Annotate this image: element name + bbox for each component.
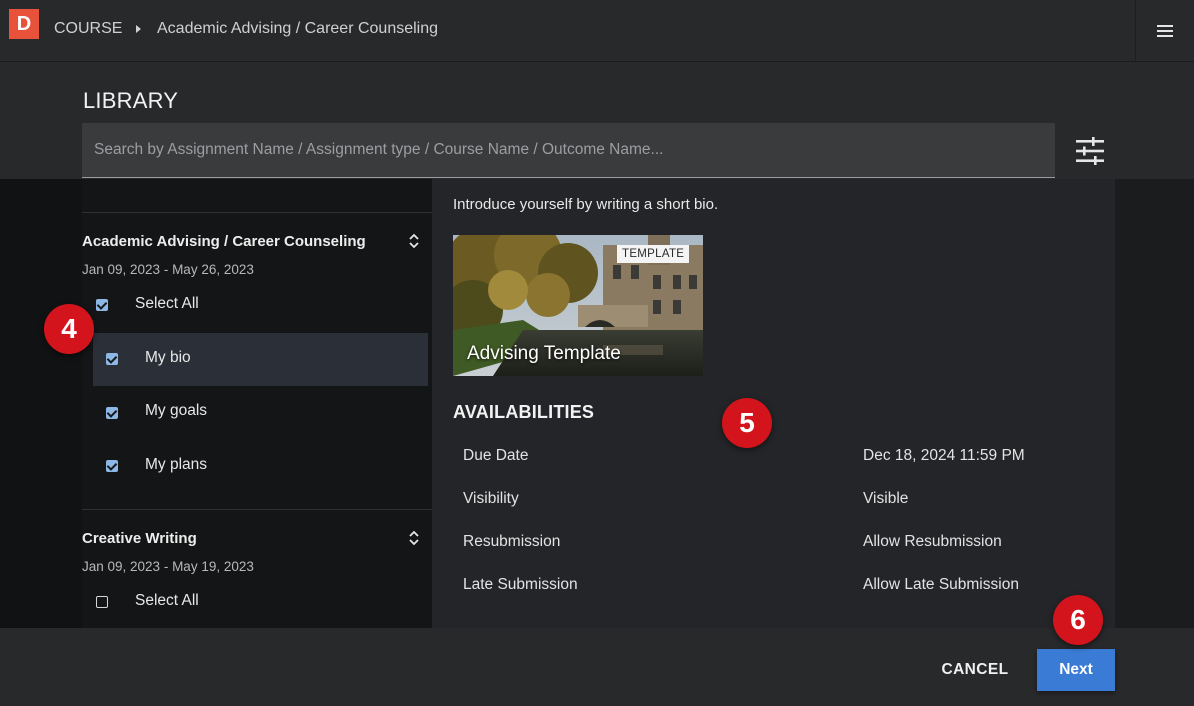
template-badge: TEMPLATE <box>617 245 690 263</box>
list-item-selected[interactable] <box>93 333 428 386</box>
course-dates: Jan 09, 2023 - May 19, 2023 <box>82 559 254 574</box>
list-item-label[interactable]: My bio <box>145 349 191 367</box>
hamburger-menu-button[interactable] <box>1135 0 1194 62</box>
footer-bar: CANCEL Next <box>0 628 1194 706</box>
availability-label: Resubmission <box>463 533 561 550</box>
availabilities-heading: AVAILABILITIES <box>453 402 595 422</box>
divider <box>82 509 432 510</box>
course-title: Creative Writing <box>82 530 197 547</box>
next-button[interactable]: Next <box>1037 649 1115 691</box>
collapse-icon[interactable] <box>407 530 421 546</box>
template-card[interactable]: TEMPLATE Advising Template <box>453 235 703 376</box>
availability-label: Late Submission <box>463 576 578 593</box>
collapse-icon[interactable] <box>407 233 421 249</box>
availability-value: Visible <box>863 490 909 507</box>
top-bar: D COURSE Academic Advising / Career Coun… <box>0 0 1194 62</box>
course-title: Academic Advising / Career Counseling <box>82 233 366 250</box>
list-item-label[interactable]: My goals <box>145 402 207 420</box>
breadcrumb-chevron-icon <box>136 25 141 33</box>
step-marker: 4 <box>44 304 94 354</box>
list-item-label[interactable]: My plans <box>145 456 207 474</box>
select-all-checkbox[interactable] <box>96 299 108 311</box>
right-gutter <box>1115 179 1194 628</box>
availability-value: Allow Late Submission <box>863 576 1019 593</box>
item-checkbox[interactable] <box>106 353 118 365</box>
search-input[interactable] <box>82 123 1055 178</box>
availability-value: Dec 18, 2024 11:59 PM <box>863 447 1025 464</box>
step-marker: 6 <box>1053 595 1103 645</box>
hamburger-icon <box>1157 25 1173 37</box>
breadcrumb-root[interactable]: COURSE <box>54 20 122 38</box>
cancel-button[interactable]: CANCEL <box>930 649 1020 691</box>
app-logo[interactable]: D <box>9 9 39 39</box>
assignment-detail-panel: Introduce yourself by writing a short bi… <box>432 179 1115 628</box>
select-all-label[interactable]: Select All <box>135 295 199 313</box>
item-checkbox[interactable] <box>106 460 118 472</box>
assignment-description: Introduce yourself by writing a short bi… <box>453 196 719 213</box>
select-all-checkbox[interactable] <box>96 596 108 608</box>
course-dates: Jan 09, 2023 - May 26, 2023 <box>82 262 254 277</box>
library-header: LIBRARY <box>0 62 1194 179</box>
course-list-panel: Academic Advising / Career Counseling Ja… <box>82 179 432 628</box>
item-checkbox[interactable] <box>106 407 118 419</box>
page-title: LIBRARY <box>83 88 179 113</box>
availability-value: Allow Resubmission <box>863 533 1002 550</box>
breadcrumb-current: Academic Advising / Career Counseling <box>157 20 439 37</box>
tune-icon <box>1076 137 1104 165</box>
select-all-label[interactable]: Select All <box>135 592 199 610</box>
availability-label: Due Date <box>463 447 529 464</box>
step-marker: 5 <box>722 398 772 448</box>
divider <box>82 212 432 213</box>
availability-label: Visibility <box>463 490 519 507</box>
filter-button[interactable] <box>1072 135 1108 167</box>
template-title: Advising Template <box>467 343 621 364</box>
